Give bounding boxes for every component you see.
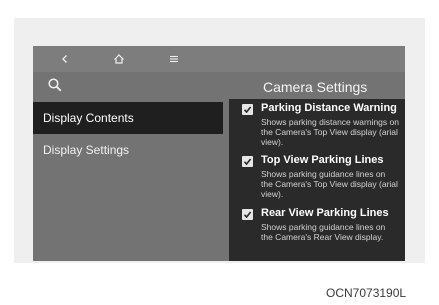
options-panel: Parking Distance Warning Shows parking d… xyxy=(229,99,405,261)
top-bar xyxy=(33,46,405,72)
screen-title: Camera Settings xyxy=(263,79,368,95)
checkmark-icon xyxy=(243,211,252,219)
sidebar-item-display-settings[interactable]: Display Settings xyxy=(33,134,223,166)
checkbox[interactable] xyxy=(242,156,253,167)
back-button[interactable] xyxy=(45,46,85,72)
home-icon xyxy=(114,54,124,64)
option-title: Top View Parking Lines xyxy=(261,154,384,166)
option-description: Shows parking guidance lines on the Came… xyxy=(261,169,398,199)
sidebar-item-display-contents[interactable]: Display Contents xyxy=(33,102,223,134)
checkmark-icon xyxy=(243,158,252,166)
checkmark-icon xyxy=(243,106,252,114)
checkbox[interactable] xyxy=(242,104,253,115)
search-button[interactable] xyxy=(47,77,65,95)
home-button[interactable] xyxy=(99,46,139,72)
option-title: Rear View Parking Lines xyxy=(261,207,389,219)
back-icon xyxy=(62,55,67,63)
display-screen: Camera Settings Display Contents Display… xyxy=(33,46,405,261)
menu-icon xyxy=(170,55,178,63)
checkbox[interactable] xyxy=(242,209,253,220)
option-title: Parking Distance Warning xyxy=(261,102,397,114)
option-description: Shows parking distance warnings on the C… xyxy=(261,117,399,147)
menu-button[interactable] xyxy=(154,46,194,72)
figure-code: OCN7073190L xyxy=(326,286,407,300)
search-icon xyxy=(48,78,62,92)
option-description: Shows parking guidance lines on the Came… xyxy=(261,222,386,242)
sidebar-item-label: Display Contents xyxy=(43,111,134,125)
sidebar-item-label: Display Settings xyxy=(43,143,130,157)
